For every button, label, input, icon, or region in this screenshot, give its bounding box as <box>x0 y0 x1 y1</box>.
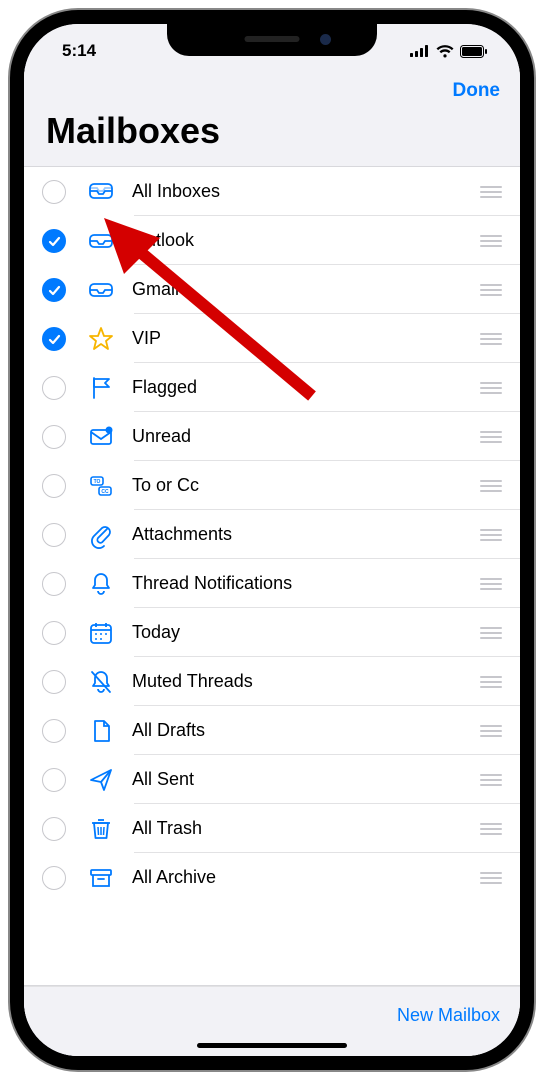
row-checkbox[interactable] <box>42 229 66 253</box>
inbox-icon <box>84 276 118 304</box>
tocc-icon <box>84 472 118 500</box>
draft-icon <box>84 717 118 745</box>
row-checkbox[interactable] <box>42 621 66 645</box>
mailbox-row[interactable]: Gmail <box>24 265 520 314</box>
reorder-handle-icon[interactable] <box>480 235 502 247</box>
mailbox-label: Muted Threads <box>132 671 480 692</box>
bell-slash-icon <box>84 668 118 696</box>
reorder-handle-icon[interactable] <box>480 186 502 198</box>
navbar: Done <box>24 68 520 102</box>
reorder-handle-icon[interactable] <box>480 529 502 541</box>
mailbox-label: Thread Notifications <box>132 573 480 594</box>
reorder-handle-icon[interactable] <box>480 725 502 737</box>
row-checkbox[interactable] <box>42 278 66 302</box>
row-checkbox[interactable] <box>42 180 66 204</box>
row-checkbox[interactable] <box>42 327 66 351</box>
reorder-handle-icon[interactable] <box>480 284 502 296</box>
row-checkbox[interactable] <box>42 670 66 694</box>
mailbox-row[interactable]: To or Cc <box>24 461 520 510</box>
mailbox-row[interactable]: All Sent <box>24 755 520 804</box>
trash-icon <box>84 815 118 843</box>
row-checkbox[interactable] <box>42 523 66 547</box>
mailbox-row[interactable]: Muted Threads <box>24 657 520 706</box>
star-icon <box>84 325 118 353</box>
mailbox-row[interactable]: Flagged <box>24 363 520 412</box>
mailbox-row[interactable]: All Trash <box>24 804 520 853</box>
reorder-handle-icon[interactable] <box>480 676 502 688</box>
reorder-handle-icon[interactable] <box>480 382 502 394</box>
mailbox-row[interactable]: All Inboxes <box>24 167 520 216</box>
reorder-handle-icon[interactable] <box>480 774 502 786</box>
cellular-icon <box>410 45 430 57</box>
page-title: Mailboxes <box>24 102 520 166</box>
reorder-handle-icon[interactable] <box>480 823 502 835</box>
wifi-icon <box>436 45 454 58</box>
mailbox-label: All Drafts <box>132 720 480 741</box>
mailbox-row[interactable]: Today <box>24 608 520 657</box>
mailbox-label: All Archive <box>132 867 480 888</box>
inbox-icon <box>84 227 118 255</box>
reorder-handle-icon[interactable] <box>480 627 502 639</box>
archive-icon <box>84 864 118 892</box>
unread-icon <box>84 423 118 451</box>
mailbox-label: Gmail <box>132 279 480 300</box>
mailbox-row[interactable]: Outlook <box>24 216 520 265</box>
mailbox-label: Unread <box>132 426 480 447</box>
sent-icon <box>84 766 118 794</box>
mailbox-row[interactable]: Attachments <box>24 510 520 559</box>
row-checkbox[interactable] <box>42 768 66 792</box>
row-checkbox[interactable] <box>42 425 66 449</box>
new-mailbox-button[interactable]: New Mailbox <box>397 1005 500 1026</box>
mailbox-label: Flagged <box>132 377 480 398</box>
mailbox-label: All Sent <box>132 769 480 790</box>
home-indicator[interactable] <box>197 1043 347 1048</box>
row-checkbox[interactable] <box>42 866 66 890</box>
done-button[interactable]: Done <box>453 80 501 102</box>
mailbox-row[interactable]: VIP <box>24 314 520 363</box>
reorder-handle-icon[interactable] <box>480 431 502 443</box>
reorder-handle-icon[interactable] <box>480 333 502 345</box>
mailbox-row[interactable]: All Archive <box>24 853 520 902</box>
mailbox-row[interactable]: All Drafts <box>24 706 520 755</box>
reorder-handle-icon[interactable] <box>480 872 502 884</box>
mailbox-list: All Inboxes Outlook Gmail VIP Flagged Unread T… <box>24 166 520 986</box>
mailbox-label: All Inboxes <box>132 181 480 202</box>
flag-icon <box>84 374 118 402</box>
mailbox-row[interactable]: Thread Notifications <box>24 559 520 608</box>
status-time: 5:14 <box>50 31 96 61</box>
row-checkbox[interactable] <box>42 376 66 400</box>
mailbox-label: Attachments <box>132 524 480 545</box>
all-inboxes-icon <box>84 178 118 206</box>
paperclip-icon <box>84 521 118 549</box>
calendar-icon <box>84 619 118 647</box>
mailbox-label: VIP <box>132 328 480 349</box>
mailbox-label: All Trash <box>132 818 480 839</box>
bell-icon <box>84 570 118 598</box>
row-checkbox[interactable] <box>42 719 66 743</box>
row-checkbox[interactable] <box>42 474 66 498</box>
mailbox-label: Today <box>132 622 480 643</box>
reorder-handle-icon[interactable] <box>480 480 502 492</box>
row-checkbox[interactable] <box>42 817 66 841</box>
mailbox-label: Outlook <box>132 230 480 251</box>
mailbox-label: To or Cc <box>132 475 480 496</box>
reorder-handle-icon[interactable] <box>480 578 502 590</box>
mailbox-row[interactable]: Unread <box>24 412 520 461</box>
battery-icon <box>460 45 488 58</box>
row-checkbox[interactable] <box>42 572 66 596</box>
